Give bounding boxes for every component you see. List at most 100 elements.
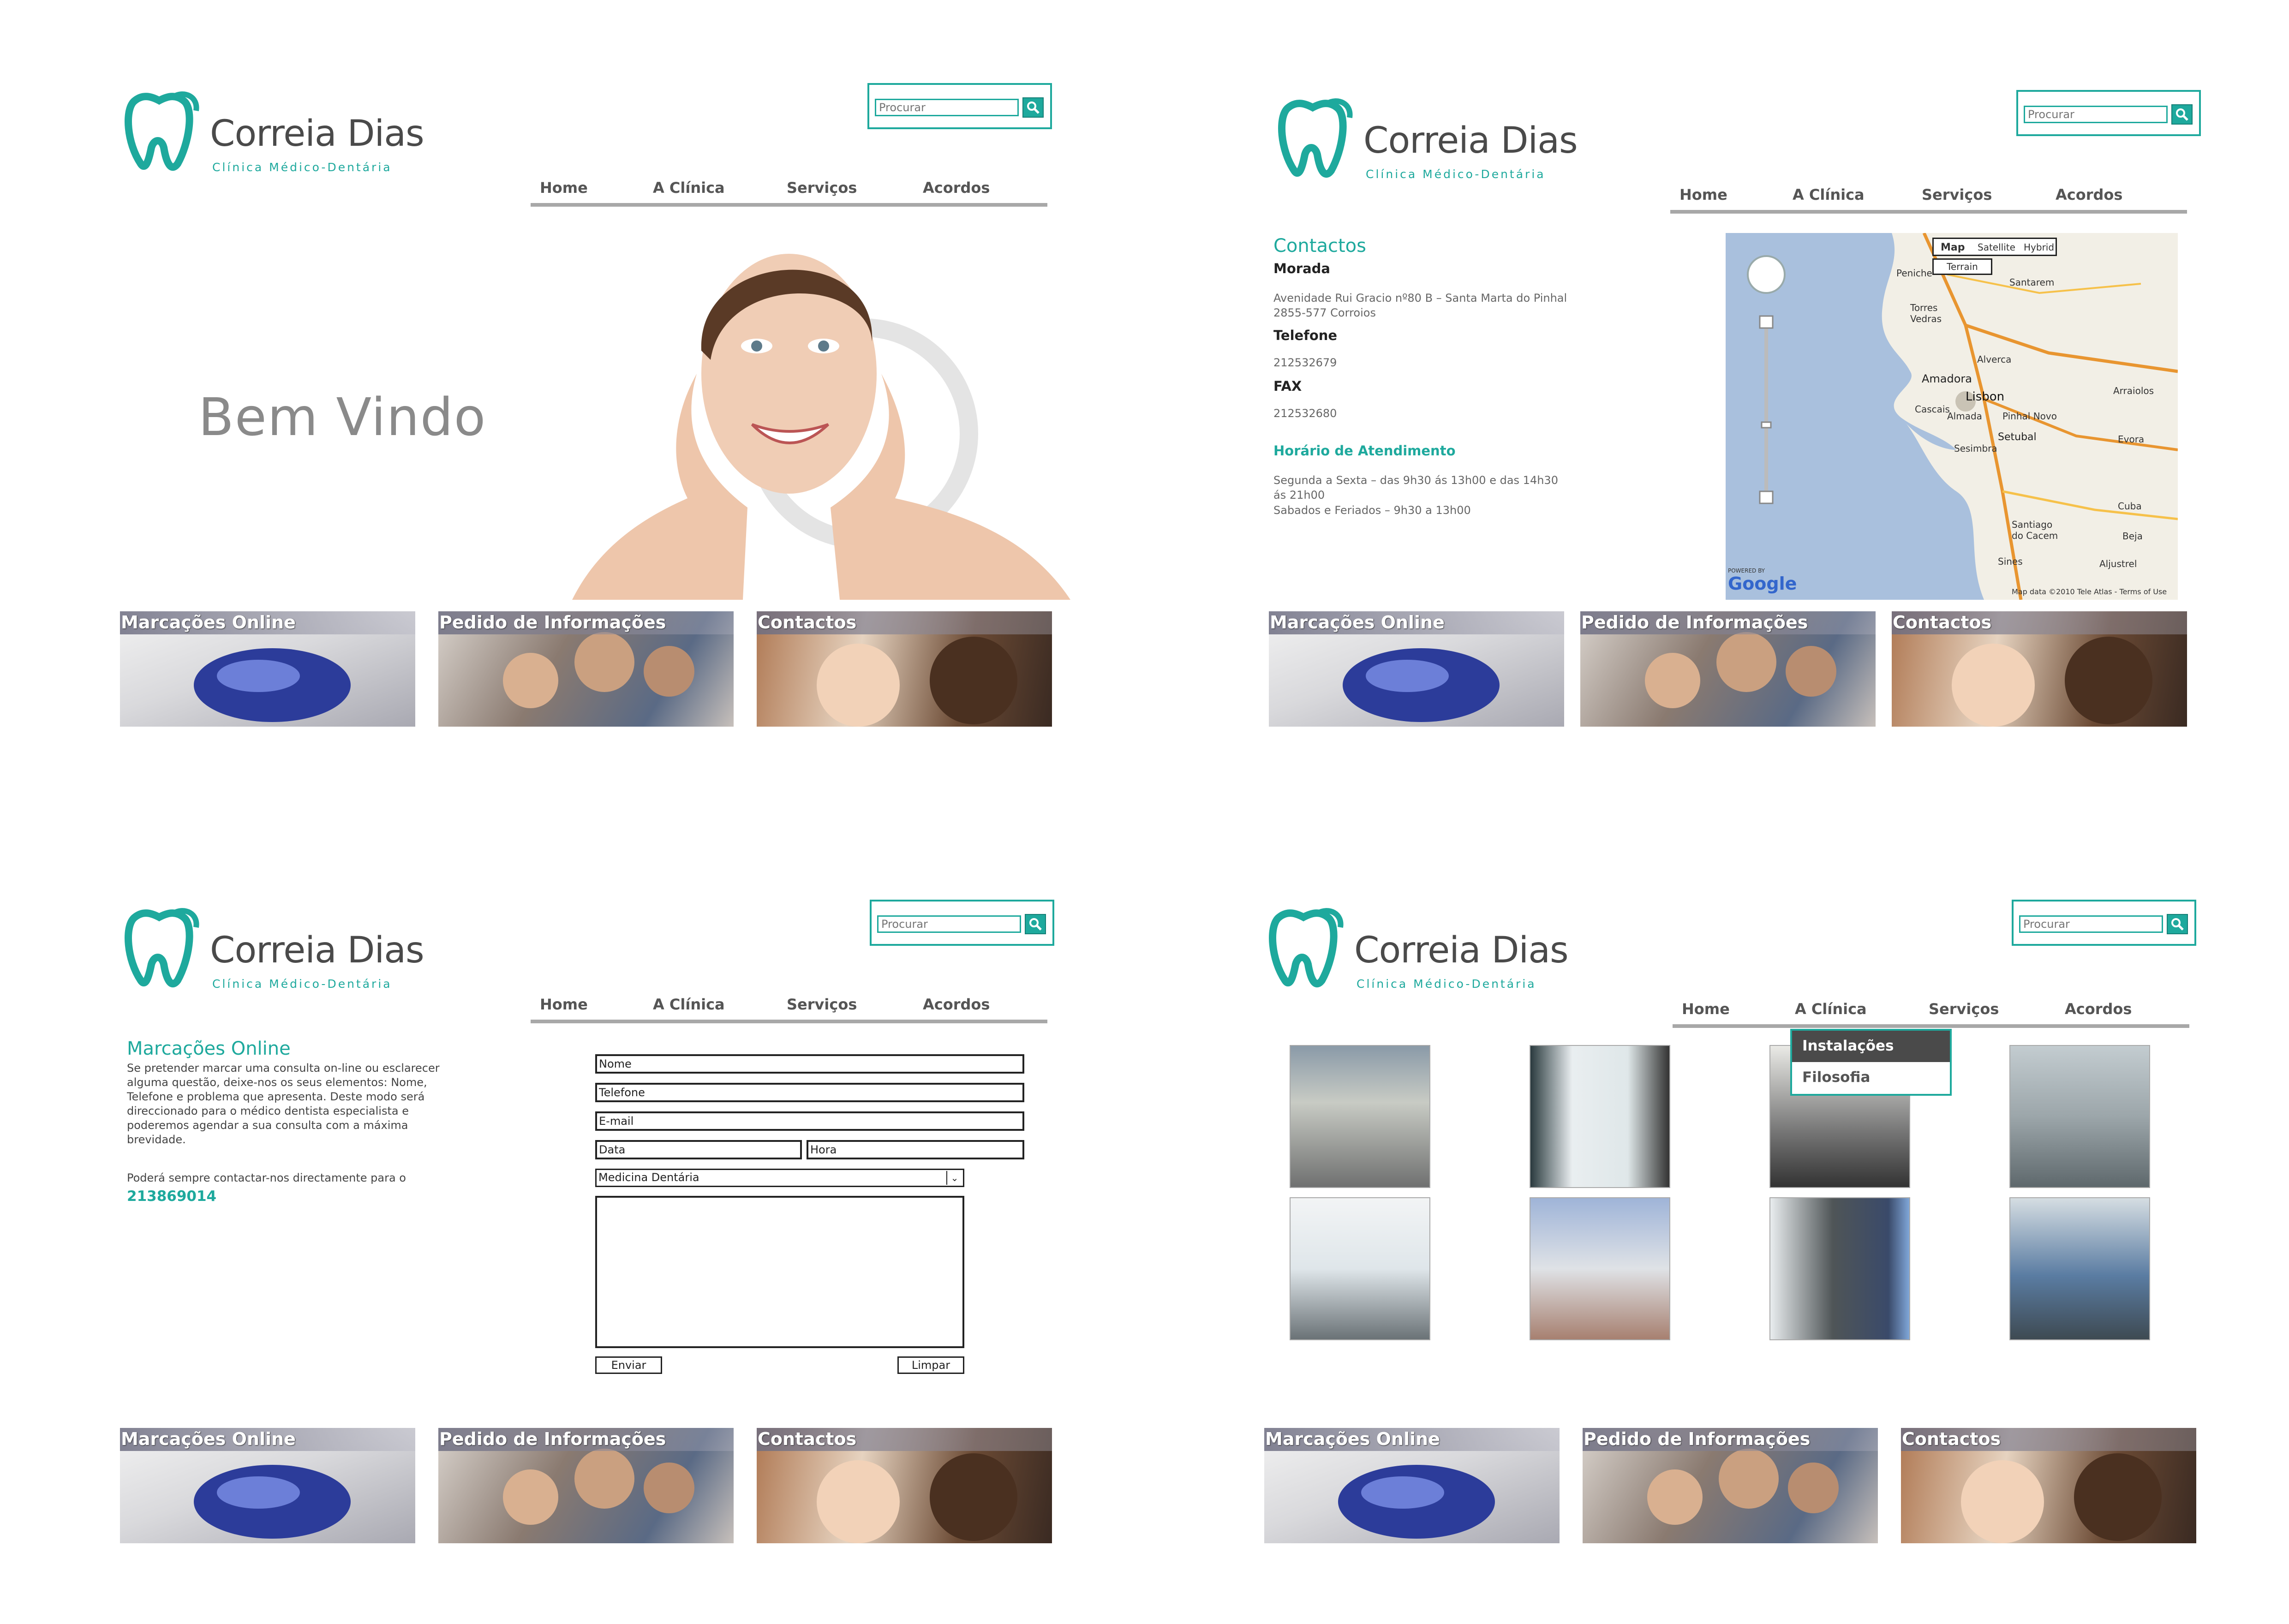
map-place: Sesimbra — [1954, 443, 1997, 454]
map-type-hybrid[interactable]: Hybrid — [2024, 242, 2054, 253]
gallery-photo[interactable] — [1530, 1045, 1670, 1188]
google-logo: Google — [1728, 573, 1797, 594]
nav-a-clinica[interactable]: A Clínica — [653, 179, 725, 197]
tile-label: Marcações Online — [120, 1428, 415, 1451]
fax-label: FAX — [1273, 378, 1302, 394]
search-button[interactable] — [2167, 914, 2188, 934]
tile-pedido-informacoes[interactable]: Pedido de Informações — [438, 1428, 734, 1543]
brand-name: Correia Dias — [1363, 120, 1578, 161]
booking-title: Marcações Online — [127, 1038, 291, 1059]
submit-button[interactable]: Enviar — [595, 1356, 662, 1374]
phone-field[interactable]: Telefone — [595, 1083, 1024, 1102]
clinic-gallery-page-mockup: Correia Dias Clínica Médico-Dentária Hom… — [1260, 886, 2229, 1624]
map-place: Evora — [2118, 434, 2145, 445]
clinic-submenu: Instalações Filosofia — [1790, 1029, 1952, 1096]
submenu-instalacoes[interactable]: Instalações — [1792, 1031, 1950, 1062]
tooth-logo-icon — [125, 908, 199, 987]
logo[interactable]: Correia Dias Clínica Médico-Dentária — [120, 83, 424, 185]
brand-name: Correia Dias — [1354, 930, 1569, 971]
nav-servicos[interactable]: Serviços — [787, 179, 857, 197]
nav-acordos[interactable]: Acordos — [2056, 186, 2122, 203]
specialty-select-value: Medicina Dentária — [598, 1171, 699, 1184]
map-type-map[interactable]: Map — [1941, 242, 1965, 253]
specialty-select[interactable]: Medicina Dentária ⌄ — [595, 1169, 964, 1187]
nav-servicos[interactable]: Serviços — [1929, 1000, 1999, 1018]
gallery-photo[interactable] — [2009, 1045, 2150, 1188]
map-place: Beja — [2122, 531, 2143, 542]
nav-home[interactable]: Home — [540, 179, 588, 197]
search-box — [870, 900, 1054, 946]
main-nav: Home A Clínica Serviços Acordos — [531, 992, 1047, 1023]
date-field[interactable]: Data — [595, 1140, 802, 1159]
tile-pedido-informacoes[interactable]: Pedido de Informações — [1580, 611, 1876, 727]
gallery-photo[interactable] — [1769, 1197, 1910, 1340]
tile-contactos[interactable]: Contactos — [757, 611, 1052, 727]
chevron-down-icon[interactable]: ⌄ — [946, 1171, 962, 1185]
search-input[interactable] — [875, 99, 1019, 116]
tile-pedido-informacoes[interactable]: Pedido de Informações — [438, 611, 734, 727]
gallery-photo[interactable] — [1530, 1197, 1670, 1340]
nav-home[interactable]: Home — [1682, 1000, 1730, 1018]
search-box — [2012, 900, 2196, 946]
map-place: Setubal — [1998, 431, 2037, 443]
nav-home[interactable]: Home — [1679, 186, 1727, 203]
gallery-photo[interactable] — [1290, 1197, 1430, 1340]
tile-pedido-informacoes[interactable]: Pedido de Informações — [1583, 1428, 1878, 1543]
nav-acordos[interactable]: Acordos — [923, 179, 990, 197]
map-place: Alverca — [1977, 354, 2012, 365]
tile-contactos[interactable]: Contactos — [757, 1428, 1052, 1543]
email-field[interactable]: E-mail — [595, 1111, 1024, 1131]
tile-marcacoes-online[interactable]: Marcações Online — [1269, 611, 1564, 727]
reset-button[interactable]: Limpar — [897, 1356, 964, 1374]
gallery-photo[interactable] — [2009, 1197, 2150, 1340]
nav-a-clinica[interactable]: A Clínica — [653, 996, 725, 1013]
nav-acordos[interactable]: Acordos — [2065, 1000, 2132, 1018]
search-icon — [2171, 918, 2184, 931]
google-map[interactable]: Map Satellite Hybrid Terrain Santarem To… — [1726, 233, 2178, 600]
footer-tiles: Marcações Online Pedido de Informações C… — [1264, 1428, 2215, 1543]
tile-label: Marcações Online — [1269, 611, 1564, 634]
map-type-terrain[interactable]: Terrain — [1932, 258, 1992, 275]
gallery-photo[interactable] — [1290, 1045, 1430, 1188]
home-page-mockup: Correia Dias Clínica Médico-Dentária Hom… — [115, 69, 1084, 807]
nav-a-clinica[interactable]: A Clínica — [1793, 186, 1865, 203]
tile-marcacoes-online[interactable]: Marcações Online — [120, 611, 415, 727]
nav-servicos[interactable]: Serviços — [787, 996, 857, 1013]
footer-tiles: Marcações Online Pedido de Informações C… — [1269, 611, 2219, 727]
contacts-title: Contactos — [1273, 235, 1366, 257]
nav-home[interactable]: Home — [540, 996, 588, 1013]
time-field[interactable]: Hora — [807, 1140, 1024, 1159]
map-credit[interactable]: Map data ©2010 Tele Atlas - Terms of Use — [2012, 587, 2167, 596]
name-field[interactable]: Nome — [595, 1054, 1024, 1074]
map-type-satellite[interactable]: Satellite — [1978, 242, 2015, 253]
map-place: Amadora — [1922, 372, 1972, 385]
tile-marcacoes-online[interactable]: Marcações Online — [120, 1428, 415, 1543]
tile-contactos[interactable]: Contactos — [1901, 1428, 2196, 1543]
footer-tiles: Marcações Online Pedido de Informações C… — [120, 1428, 1070, 1543]
map-place: Aljustrel — [2099, 558, 2137, 569]
search-button[interactable] — [1025, 914, 1046, 934]
search-button[interactable] — [2171, 104, 2193, 125]
search-button[interactable] — [1022, 97, 1044, 118]
welcome-heading: Bem Vindo — [198, 388, 487, 448]
tile-label: Contactos — [1892, 611, 2187, 634]
nav-acordos[interactable]: Acordos — [923, 996, 990, 1013]
map-place: Torres Vedras — [1910, 302, 1942, 324]
phone-label: Telefone — [1273, 328, 1338, 343]
search-input[interactable] — [2019, 915, 2163, 933]
tile-contactos[interactable]: Contactos — [1892, 611, 2187, 727]
search-input[interactable] — [2024, 106, 2168, 123]
submenu-filosofia[interactable]: Filosofia — [1792, 1062, 1950, 1093]
nav-servicos[interactable]: Serviços — [1922, 186, 1992, 203]
tooth-logo-icon — [1278, 98, 1353, 178]
logo[interactable]: Correia Dias Clínica Médico-Dentária — [1264, 900, 1569, 1001]
message-textarea[interactable] — [595, 1196, 964, 1348]
logo[interactable]: Correia Dias Clínica Médico-Dentária — [1273, 90, 1578, 191]
logo[interactable]: Correia Dias Clínica Médico-Dentária — [120, 900, 424, 1001]
booking-description: Se pretender marcar uma consulta on-line… — [127, 1062, 440, 1146]
nav-a-clinica[interactable]: A Clínica — [1795, 1000, 1867, 1018]
tile-marcacoes-online[interactable]: Marcações Online — [1264, 1428, 1560, 1543]
main-nav: Home A Clínica Serviços Acordos — [531, 175, 1047, 207]
search-input[interactable] — [877, 915, 1021, 933]
map-place: Cascais — [1915, 404, 1950, 415]
